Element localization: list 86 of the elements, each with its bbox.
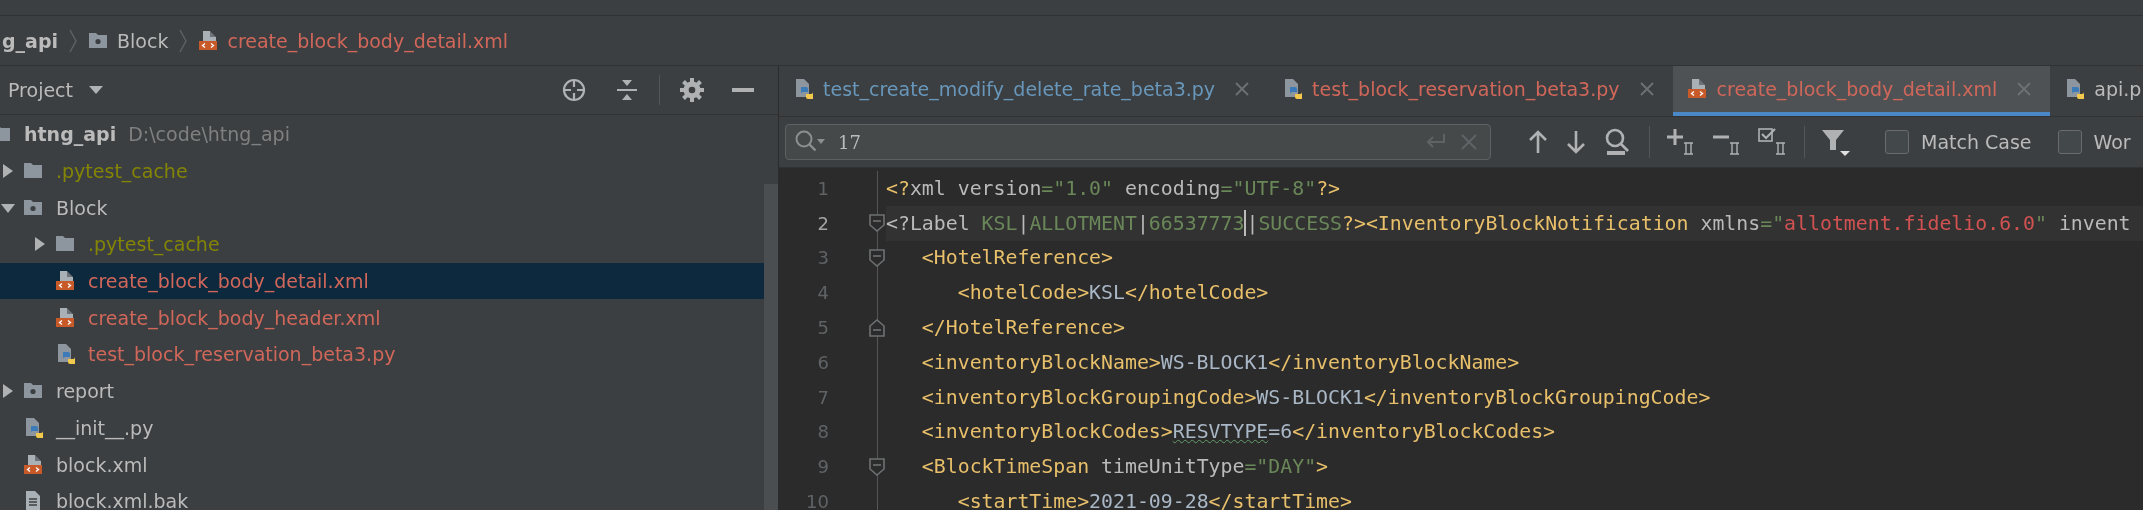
chevron-icon xyxy=(178,27,189,54)
collapsed-arrow-icon[interactable] xyxy=(1,164,15,179)
add-occurrence-icon[interactable] xyxy=(1666,128,1696,156)
xml-file-icon xyxy=(55,306,76,329)
tab-label: test_block_reservation_beta3.py xyxy=(1312,78,1620,100)
python-file-icon xyxy=(23,416,44,439)
fold-marker-icon[interactable] xyxy=(869,214,885,233)
fold-end-marker-icon[interactable] xyxy=(869,318,885,337)
tree-item-label: .pytest_cache xyxy=(88,233,220,256)
settings-icon[interactable] xyxy=(680,78,704,102)
collapse-all-icon[interactable] xyxy=(615,77,639,103)
scrollbar[interactable] xyxy=(764,184,778,510)
down-arrow-icon[interactable] xyxy=(1565,130,1587,154)
tree-item-label: create_block_body_detail.xml xyxy=(88,270,369,293)
tree-row[interactable]: create_block_body_header.xml xyxy=(0,299,764,337)
tree-item-label: htng_api xyxy=(24,123,117,146)
spelling-underline: RESVTYPE xyxy=(1172,420,1269,444)
line-number: 6 xyxy=(816,351,829,373)
tree-item-label: __init__.py xyxy=(56,416,154,439)
filter-icon[interactable] xyxy=(1821,127,1851,157)
line-number: 4 xyxy=(816,282,829,304)
tree-item-label: report xyxy=(56,380,115,403)
xml-file-icon xyxy=(1686,78,1708,100)
chevron-icon xyxy=(68,27,79,54)
code-line: </HotelReference> xyxy=(920,315,1126,342)
editor-tab[interactable]: api.p xyxy=(2050,66,2143,116)
project-view-dropdown[interactable]: Project xyxy=(4,75,107,105)
line-number: 7 xyxy=(816,386,829,408)
line-number: 2 xyxy=(816,212,829,234)
line-number: 9 xyxy=(816,456,829,478)
breadcrumb-item[interactable]: create_block_body_detail.xml xyxy=(227,29,509,52)
tree-item-label: block.xml xyxy=(56,453,148,476)
python-file-icon xyxy=(793,78,814,100)
option-label[interactable]: Wor xyxy=(2093,131,2131,153)
breadcrumb-item[interactable]: Block xyxy=(117,29,169,52)
code-line: <startTime>2021-09-28</startTime> xyxy=(956,489,1353,510)
code-line: <HotelReference> xyxy=(920,245,1114,272)
tree-row[interactable]: report xyxy=(0,372,764,410)
code-line: <BlockTimeSpan timeUnitType="DAY"> xyxy=(920,454,1330,481)
code-line: <inventoryBlockName>WS-BLOCK1</inventoryBlockName> xyxy=(920,349,1521,376)
tree-row[interactable]: block.xml xyxy=(0,446,764,483)
tree-item-label: Block xyxy=(56,196,108,219)
path-label: D:\code\htng_api xyxy=(128,123,290,146)
line-number: 1 xyxy=(816,177,829,199)
editor-tab[interactable]: test_block_reservation_beta3.py xyxy=(1268,66,1673,116)
fold-marker-icon[interactable] xyxy=(869,249,885,267)
checkbox[interactable] xyxy=(1885,130,1909,154)
line-number: 5 xyxy=(816,317,829,339)
tree-item-label: block.xml.bak xyxy=(56,490,189,510)
tree-row[interactable]: create_block_body_detail.xml xyxy=(0,262,764,300)
xml-file-icon xyxy=(55,270,76,293)
xml-file-icon xyxy=(23,453,44,476)
code-line: <inventoryBlockCodes>RESVTYPE=6</inventoryBlockCodes> xyxy=(920,419,1557,446)
code-line: <inventoryBlockGroupingCode>WS-BLOCK1</inventoryBlockGroupingCode> xyxy=(920,384,1712,411)
tree-row[interactable]: block.xml.bak xyxy=(0,482,764,510)
tab-label: api.p xyxy=(2094,78,2142,100)
tree-row[interactable]: Block xyxy=(0,189,764,227)
select-all-occurrences-icon[interactable] xyxy=(1758,128,1788,156)
locate-icon[interactable] xyxy=(561,77,587,103)
tree-row[interactable]: __init__.py xyxy=(0,409,764,447)
checkbox[interactable] xyxy=(2057,130,2082,154)
line-number: 8 xyxy=(816,421,829,443)
breadcrumb-item[interactable]: g_api xyxy=(2,29,59,52)
collapsed-arrow-icon[interactable] xyxy=(1,384,15,399)
fold-marker-icon[interactable] xyxy=(869,457,885,476)
tab-label: test_create_modify_delete_rate_beta3.py xyxy=(823,78,1216,100)
option-label[interactable]: Match Case xyxy=(1921,131,2032,153)
xml-file-icon xyxy=(198,29,220,52)
line-number: 10 xyxy=(805,491,829,510)
tree-item-label: test_block_reservation_beta3.py xyxy=(88,343,396,366)
tab-label: create_block_body_detail.xml xyxy=(1716,78,1998,100)
python-file-icon xyxy=(55,343,76,366)
code-line: <hotelCode>KSL</hotelCode> xyxy=(956,280,1270,307)
code-line: <?xml version="1.0" encoding="UTF-8"?> xyxy=(886,175,1342,202)
collapsed-arrow-icon[interactable] xyxy=(33,237,47,252)
tree-item-label: create_block_body_header.xml xyxy=(88,306,381,329)
tree-item-label: .pytest_cache xyxy=(56,160,188,183)
tree-row[interactable]: test_block_reservation_beta3.py xyxy=(0,336,764,373)
editor-tab[interactable]: test_create_modify_delete_rate_beta3.py xyxy=(779,66,1269,116)
python-file-icon xyxy=(2064,78,2086,100)
up-arrow-icon[interactable] xyxy=(1527,130,1549,154)
caret-icon xyxy=(89,86,103,94)
search-field[interactable]: 17 xyxy=(785,124,1491,160)
python-file-icon xyxy=(1282,78,1304,100)
line-number: 3 xyxy=(816,247,829,269)
tree-row[interactable]: htng_api D:\code\htng_api xyxy=(0,116,764,153)
